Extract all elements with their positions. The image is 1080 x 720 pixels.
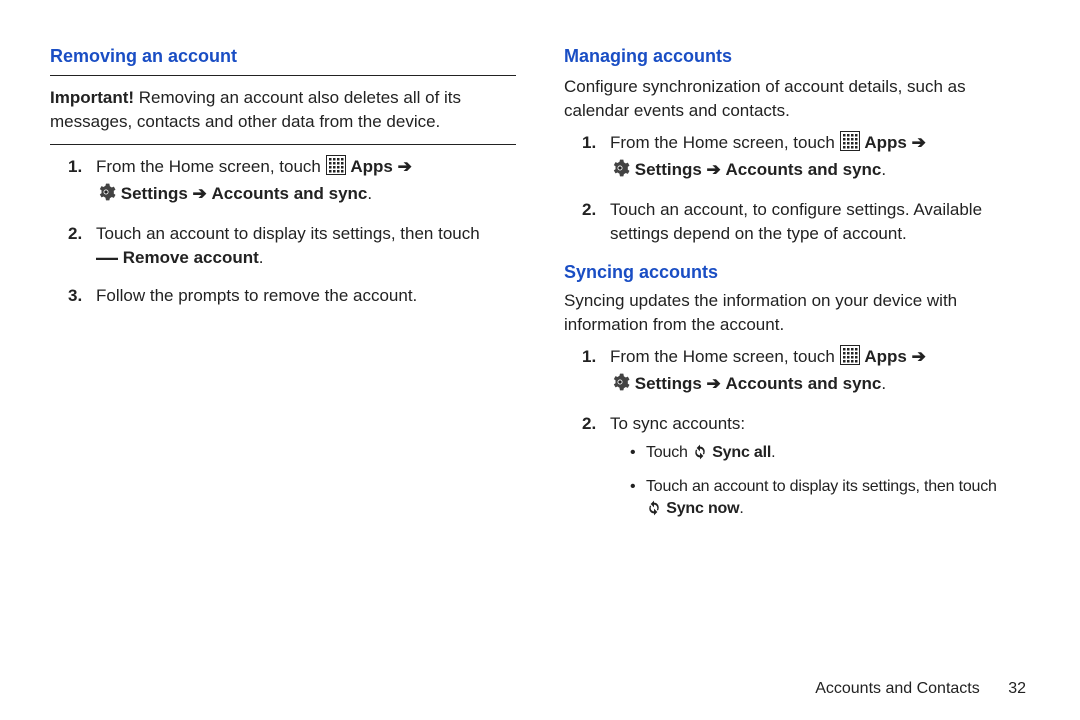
page-footer: Accounts and Contacts 32 [815, 680, 1026, 698]
steps-managing: 1. From the Home screen, touch [564, 131, 1030, 246]
arrow-icon: ➔ [398, 157, 412, 176]
accounts-sync-label: Accounts and sync [212, 184, 368, 203]
step-text: Touch an account to display its settings… [96, 224, 480, 243]
apps-label: Apps [350, 157, 393, 176]
remove-account-label: Remove account [123, 248, 259, 267]
bullet-text: Touch an account to display its settings… [646, 478, 997, 495]
step-text: From the Home screen, touch [96, 157, 326, 176]
apps-grid-icon [840, 345, 860, 372]
arrow-icon: ➔ [193, 184, 207, 203]
step-1: 1. From the Home screen, touch [582, 345, 1030, 399]
apps-label: Apps [864, 347, 907, 366]
apps-grid-icon [840, 131, 860, 158]
bullet-sync-now: Touch an account to display its settings… [630, 476, 1030, 524]
step-text: From the Home screen, touch [610, 347, 840, 366]
settings-gear-icon [96, 182, 116, 209]
step-1: 1. From the Home screen, touch [68, 155, 516, 209]
apps-label: Apps [864, 133, 907, 152]
arrow-icon: ➔ [912, 133, 926, 152]
two-column-layout: Removing an account Important! Removing … [50, 44, 1030, 537]
important-note: Important! Removing an account also dele… [50, 86, 516, 134]
sync-options: Touch Sync all. Touch an account to disp… [610, 442, 1030, 523]
sync-icon [646, 500, 662, 523]
settings-label: Settings [635, 374, 702, 393]
step-text: Follow the prompts to remove the account… [96, 286, 417, 305]
step-2: 2. To sync accounts: Touch Sync all. Tou… [582, 412, 1030, 523]
step-text: To sync accounts: [610, 414, 745, 433]
heading-removing-account: Removing an account [50, 44, 516, 69]
settings-label: Settings [121, 184, 188, 203]
steps-syncing: 1. From the Home screen, touch [564, 345, 1030, 524]
settings-gear-icon [610, 158, 630, 185]
step-2: 2. Touch an account, to configure settin… [582, 198, 1030, 246]
footer-section: Accounts and Contacts [815, 680, 980, 697]
heading-syncing-accounts: Syncing accounts [564, 260, 1030, 285]
divider [50, 75, 516, 76]
apps-grid-icon [326, 155, 346, 182]
sync-all-label: Sync all [712, 444, 771, 461]
step-1: 1. From the Home screen, touch [582, 131, 1030, 185]
step-text: From the Home screen, touch [610, 133, 840, 152]
minus-icon: — [96, 245, 118, 270]
step-3: 3. Follow the prompts to remove the acco… [68, 284, 516, 308]
intro-text: Configure synchronization of account det… [564, 75, 1030, 123]
important-label: Important! [50, 88, 134, 107]
step-2: 2. Touch an account to display its setti… [68, 222, 516, 270]
sync-now-label: Sync now [666, 500, 739, 517]
accounts-sync-label: Accounts and sync [726, 374, 882, 393]
left-column: Removing an account Important! Removing … [50, 44, 516, 537]
arrow-icon: ➔ [707, 160, 721, 179]
step-text: Touch an account, to configure settings.… [610, 200, 982, 243]
arrow-icon: ➔ [707, 374, 721, 393]
bullet-sync-all: Touch Sync all. [630, 442, 1030, 467]
accounts-sync-label: Accounts and sync [726, 160, 882, 179]
heading-managing-accounts: Managing accounts [564, 44, 1030, 69]
manual-page: Removing an account Important! Removing … [0, 0, 1080, 720]
settings-label: Settings [635, 160, 702, 179]
bullet-text: Touch [646, 444, 692, 461]
sync-icon [692, 444, 708, 467]
arrow-icon: ➔ [912, 347, 926, 366]
page-number: 32 [1008, 680, 1026, 698]
right-column: Managing accounts Configure synchronizat… [564, 44, 1030, 537]
settings-gear-icon [610, 372, 630, 399]
divider [50, 144, 516, 145]
steps-removing: 1. From the Home screen, touch [50, 155, 516, 308]
intro-text: Syncing updates the information on your … [564, 289, 1030, 337]
